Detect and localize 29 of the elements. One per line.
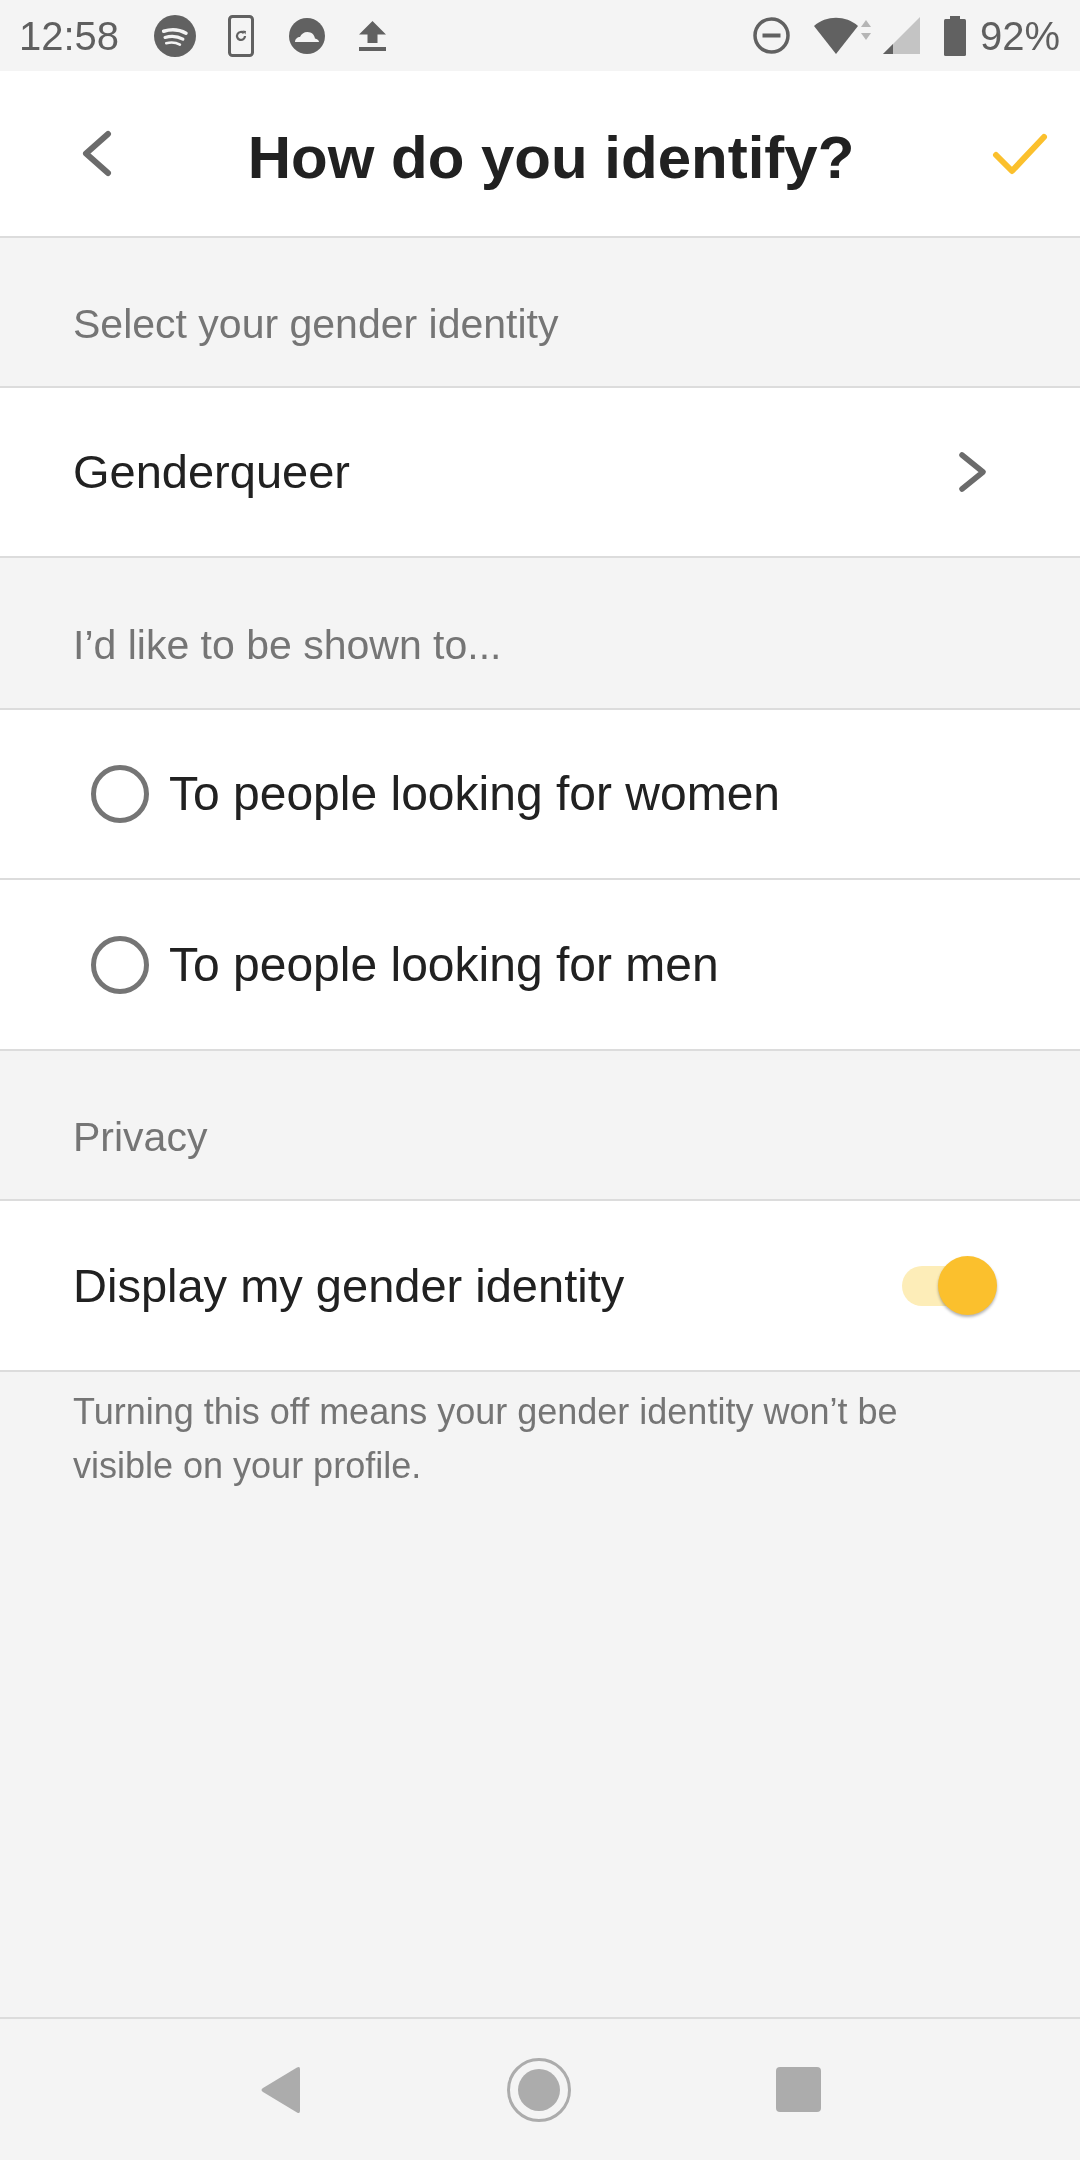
phone-sync-icon (228, 14, 255, 57)
gender-select-row[interactable]: Genderqueer (0, 388, 1080, 558)
do-not-disturb-icon (752, 17, 790, 54)
nav-home-button[interactable] (506, 2057, 571, 2122)
toggle-switch[interactable] (902, 1255, 997, 1316)
screen-title: How do you identify? (247, 122, 855, 193)
radio-option[interactable]: To people looking for women (0, 710, 1080, 880)
music-app-icon (154, 14, 197, 57)
back-triangle-icon (259, 2065, 302, 2114)
upload-icon (359, 20, 387, 51)
chevron-right-icon (957, 451, 988, 493)
chevron-left-icon (80, 130, 112, 177)
nav-recents-button[interactable] (775, 2067, 821, 2112)
section-label: Select your gender identity (73, 300, 559, 348)
section-label: I’d like to be shown to... (73, 621, 502, 669)
battery-icon (943, 15, 966, 56)
nav-back-button[interactable] (259, 2065, 302, 2114)
checkmark-icon (992, 132, 1048, 175)
home-circle-icon (506, 2057, 571, 2122)
cloud-circle-icon (289, 17, 326, 54)
wifi-icon (813, 15, 873, 56)
radio-option[interactable]: To people looking for men (0, 880, 1080, 1051)
battery-percent: 92% (979, 12, 1060, 59)
square-icon (775, 2067, 821, 2112)
toggle-label: Display my gender identity (73, 1257, 625, 1314)
status-time: 12:58 (19, 12, 120, 59)
section-label: Privacy (73, 1113, 208, 1161)
privacy-note: Turning this off means your gender identity won’t be visible on your profile. (72, 1390, 899, 1488)
cell-signal-icon (882, 17, 920, 54)
